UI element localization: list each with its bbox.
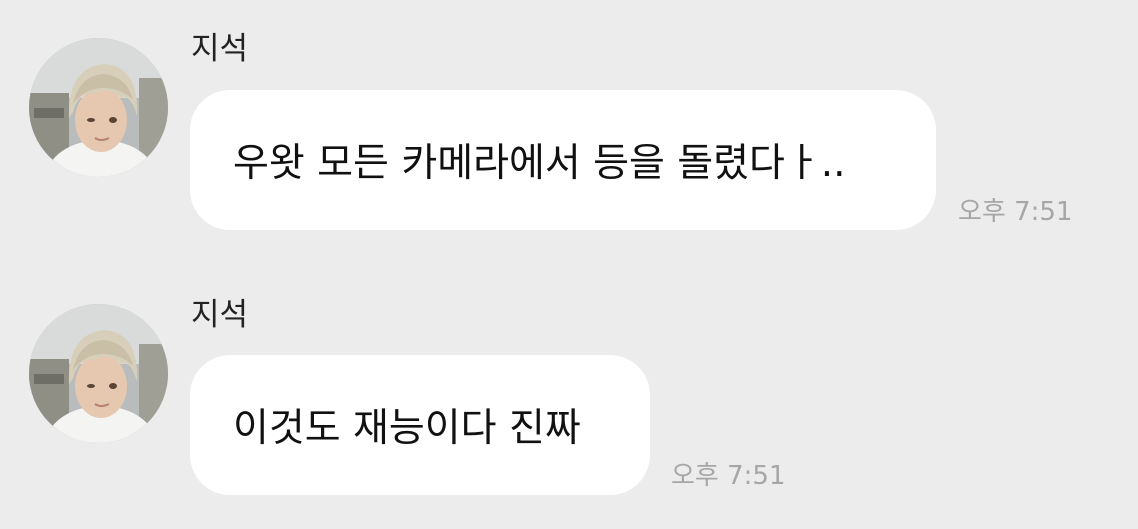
profile-photo-icon xyxy=(29,38,168,177)
profile-photo-icon xyxy=(29,304,168,443)
avatar[interactable] xyxy=(29,38,168,177)
sender-name: 지석 xyxy=(191,31,249,67)
message-bubble[interactable]: 우왓 모든 카메라에서 등을 돌렸다ㅏ.. xyxy=(190,90,936,230)
message-timestamp: 오후 7:51 xyxy=(671,461,786,491)
message-bubble[interactable]: 이것도 재능이다 진짜 xyxy=(190,355,650,495)
message-timestamp: 오후 7:51 xyxy=(958,197,1073,227)
sender-name: 지석 xyxy=(191,297,249,333)
avatar[interactable] xyxy=(29,304,168,443)
